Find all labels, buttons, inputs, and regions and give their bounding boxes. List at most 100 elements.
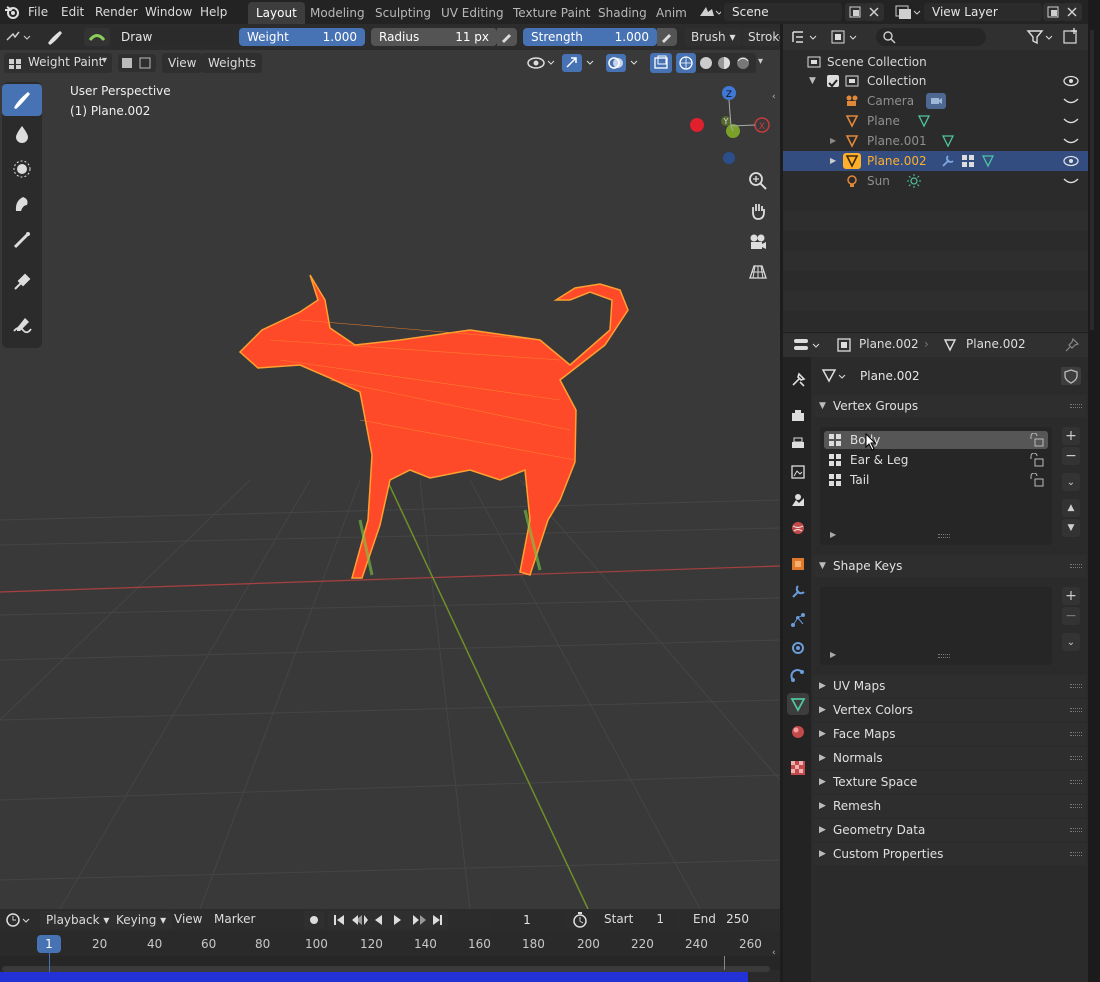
outliner-row-plane-002[interactable]: ▶ Plane.002 xyxy=(783,151,1088,171)
drag-grip-icon[interactable] xyxy=(1070,804,1082,808)
shape-key-specials-icon[interactable]: ⌄ xyxy=(1062,633,1080,651)
vertex-group-specials-icon[interactable]: ⌄ xyxy=(1062,473,1080,491)
geometry-data-panel-header[interactable]: ▶ Geometry Data xyxy=(813,819,1086,841)
stroke-menu[interactable]: Stroke xyxy=(742,28,780,46)
move-up-icon[interactable]: ▲ xyxy=(1062,499,1080,517)
uv-maps-panel-header[interactable]: ▶ UV Maps xyxy=(813,675,1086,697)
lock-open-icon[interactable] xyxy=(1028,453,1044,467)
fake-user-shield-icon[interactable] xyxy=(1061,367,1081,385)
drag-grip-icon[interactable] xyxy=(1070,852,1082,856)
blur-tool-button[interactable] xyxy=(2,118,42,150)
gizmo-toggle-icon[interactable] xyxy=(561,53,599,73)
overlay-toggle-icon[interactable] xyxy=(605,53,643,73)
mesh-data-icon[interactable] xyxy=(981,154,995,168)
brush-name-field[interactable]: Draw xyxy=(113,28,233,46)
list-options-arrow-icon[interactable]: ▶ xyxy=(830,530,836,539)
tab-mesh-data[interactable] xyxy=(787,693,809,715)
drag-grip-icon[interactable] xyxy=(1070,780,1082,784)
camera-data-icon[interactable] xyxy=(926,93,946,109)
close-scene-icon[interactable] xyxy=(864,3,884,21)
ortho-grid-icon[interactable] xyxy=(745,259,771,285)
gradient-tool-button[interactable] xyxy=(2,224,42,256)
remove-shape-key-button[interactable]: − xyxy=(1062,607,1080,625)
view-layer-field[interactable]: View Layer xyxy=(924,3,1042,21)
add-vertex-group-button[interactable]: + xyxy=(1062,427,1080,445)
lock-open-icon[interactable] xyxy=(1028,473,1044,487)
shape-keys-list[interactable] xyxy=(820,587,1052,665)
tab-modeling[interactable]: Modeling xyxy=(302,2,373,24)
expand-arrow-icon[interactable]: ▶ xyxy=(830,151,836,171)
editor-type-icon[interactable] xyxy=(4,28,34,46)
tab-particles[interactable] xyxy=(787,609,809,631)
axis-gizmo[interactable]: Z X Y xyxy=(690,86,770,164)
camera-view-icon[interactable] xyxy=(745,229,771,255)
new-collection-icon[interactable] xyxy=(1062,28,1080,46)
tab-output[interactable] xyxy=(787,433,809,455)
face-maps-panel-header[interactable]: ▶ Face Maps xyxy=(813,723,1086,745)
normals-panel-header[interactable]: ▶ Normals xyxy=(813,747,1086,769)
filter-icon[interactable] xyxy=(1026,28,1056,46)
mode-selector[interactable]: Weight Paint ▾ xyxy=(4,53,112,73)
tab-constraints[interactable] xyxy=(787,665,809,687)
shape-keys-panel-header[interactable]: ▼ Shape Keys xyxy=(813,555,1086,577)
start-frame-field[interactable]: Start 1 xyxy=(592,911,678,929)
tab-view-layer[interactable] xyxy=(787,461,809,483)
remesh-panel-header[interactable]: ▶ Remesh xyxy=(813,795,1086,817)
tab-modifiers[interactable] xyxy=(787,581,809,603)
scene-field[interactable]: Scene xyxy=(724,3,842,21)
eye-closed-icon[interactable] xyxy=(1063,138,1079,146)
xray-toggle-icon[interactable] xyxy=(650,53,672,73)
playback-menu[interactable]: Playback ▾ xyxy=(40,911,116,929)
shading-modes[interactable] xyxy=(676,53,756,73)
outliner-row-plane[interactable]: Plane xyxy=(783,111,1088,131)
checkbox-icon[interactable] xyxy=(827,75,839,88)
move-down-icon[interactable]: ▼ xyxy=(1062,519,1080,537)
remove-vertex-group-button[interactable]: − xyxy=(1062,447,1080,465)
tab-sculpting[interactable]: Sculpting xyxy=(367,2,439,24)
stopwatch-icon[interactable] xyxy=(570,911,590,929)
eye-icon[interactable] xyxy=(1063,75,1079,87)
face-mask-toggle[interactable] xyxy=(118,54,156,72)
outliner-search-input[interactable] xyxy=(876,28,986,46)
brush-icon[interactable] xyxy=(44,27,66,47)
drag-grip-icon[interactable] xyxy=(1070,564,1082,568)
tab-uv-editing[interactable]: UV Editing xyxy=(433,2,512,24)
tab-world[interactable] xyxy=(787,517,809,539)
marker-menu[interactable]: Marker xyxy=(214,912,255,926)
tab-texture[interactable] xyxy=(787,757,809,779)
expand-arrow-icon[interactable]: ▶ xyxy=(830,131,836,151)
view-layer-icon[interactable] xyxy=(893,3,921,21)
keying-menu[interactable]: Keying ▾ xyxy=(110,911,173,929)
shading-dropdown-icon[interactable]: ▾ xyxy=(758,56,763,67)
vertex-groups-icon[interactable] xyxy=(961,154,975,168)
outliner-scrollbar[interactable] xyxy=(1090,30,1094,330)
drag-grip-icon[interactable] xyxy=(1070,684,1082,688)
menu-window[interactable]: Window xyxy=(145,3,192,21)
sidebar-toggle-icon[interactable]: ‹ xyxy=(772,92,776,102)
lock-open-icon[interactable] xyxy=(1028,433,1044,447)
drag-grip-icon[interactable] xyxy=(1070,732,1082,736)
outliner-row-sun[interactable]: Sun xyxy=(783,171,1088,191)
outliner-row-camera[interactable]: Camera xyxy=(783,91,1088,111)
drag-grip-icon[interactable] xyxy=(1070,756,1082,760)
strength-slider[interactable]: Strength 1.000 xyxy=(523,28,657,46)
end-frame-field[interactable]: End 250 xyxy=(681,911,761,929)
drag-grip-icon[interactable] xyxy=(1070,708,1082,712)
wrench-modifier-icon[interactable] xyxy=(941,154,955,168)
vertex-group-row-body[interactable]: Body xyxy=(824,431,1048,449)
texture-space-panel-header[interactable]: ▶ Texture Space xyxy=(813,771,1086,793)
scene-icon[interactable] xyxy=(697,3,723,21)
pin-icon[interactable] xyxy=(1065,338,1079,352)
smear-tool-button[interactable] xyxy=(2,188,42,220)
menu-help[interactable]: Help xyxy=(200,3,227,21)
tab-material[interactable] xyxy=(787,721,809,743)
tab-scene[interactable] xyxy=(787,489,809,511)
weights-menu[interactable]: Weights xyxy=(202,53,263,73)
vertex-group-row-tail[interactable]: Tail xyxy=(824,471,1048,489)
tab-tool[interactable] xyxy=(787,369,809,391)
current-frame-field[interactable]: 1 xyxy=(491,911,563,929)
new-scene-icon[interactable] xyxy=(845,3,865,21)
list-resize-grip-icon[interactable] xyxy=(938,534,950,538)
annotate-tool-button[interactable] xyxy=(2,310,42,342)
strength-pressure-icon[interactable] xyxy=(657,28,677,46)
